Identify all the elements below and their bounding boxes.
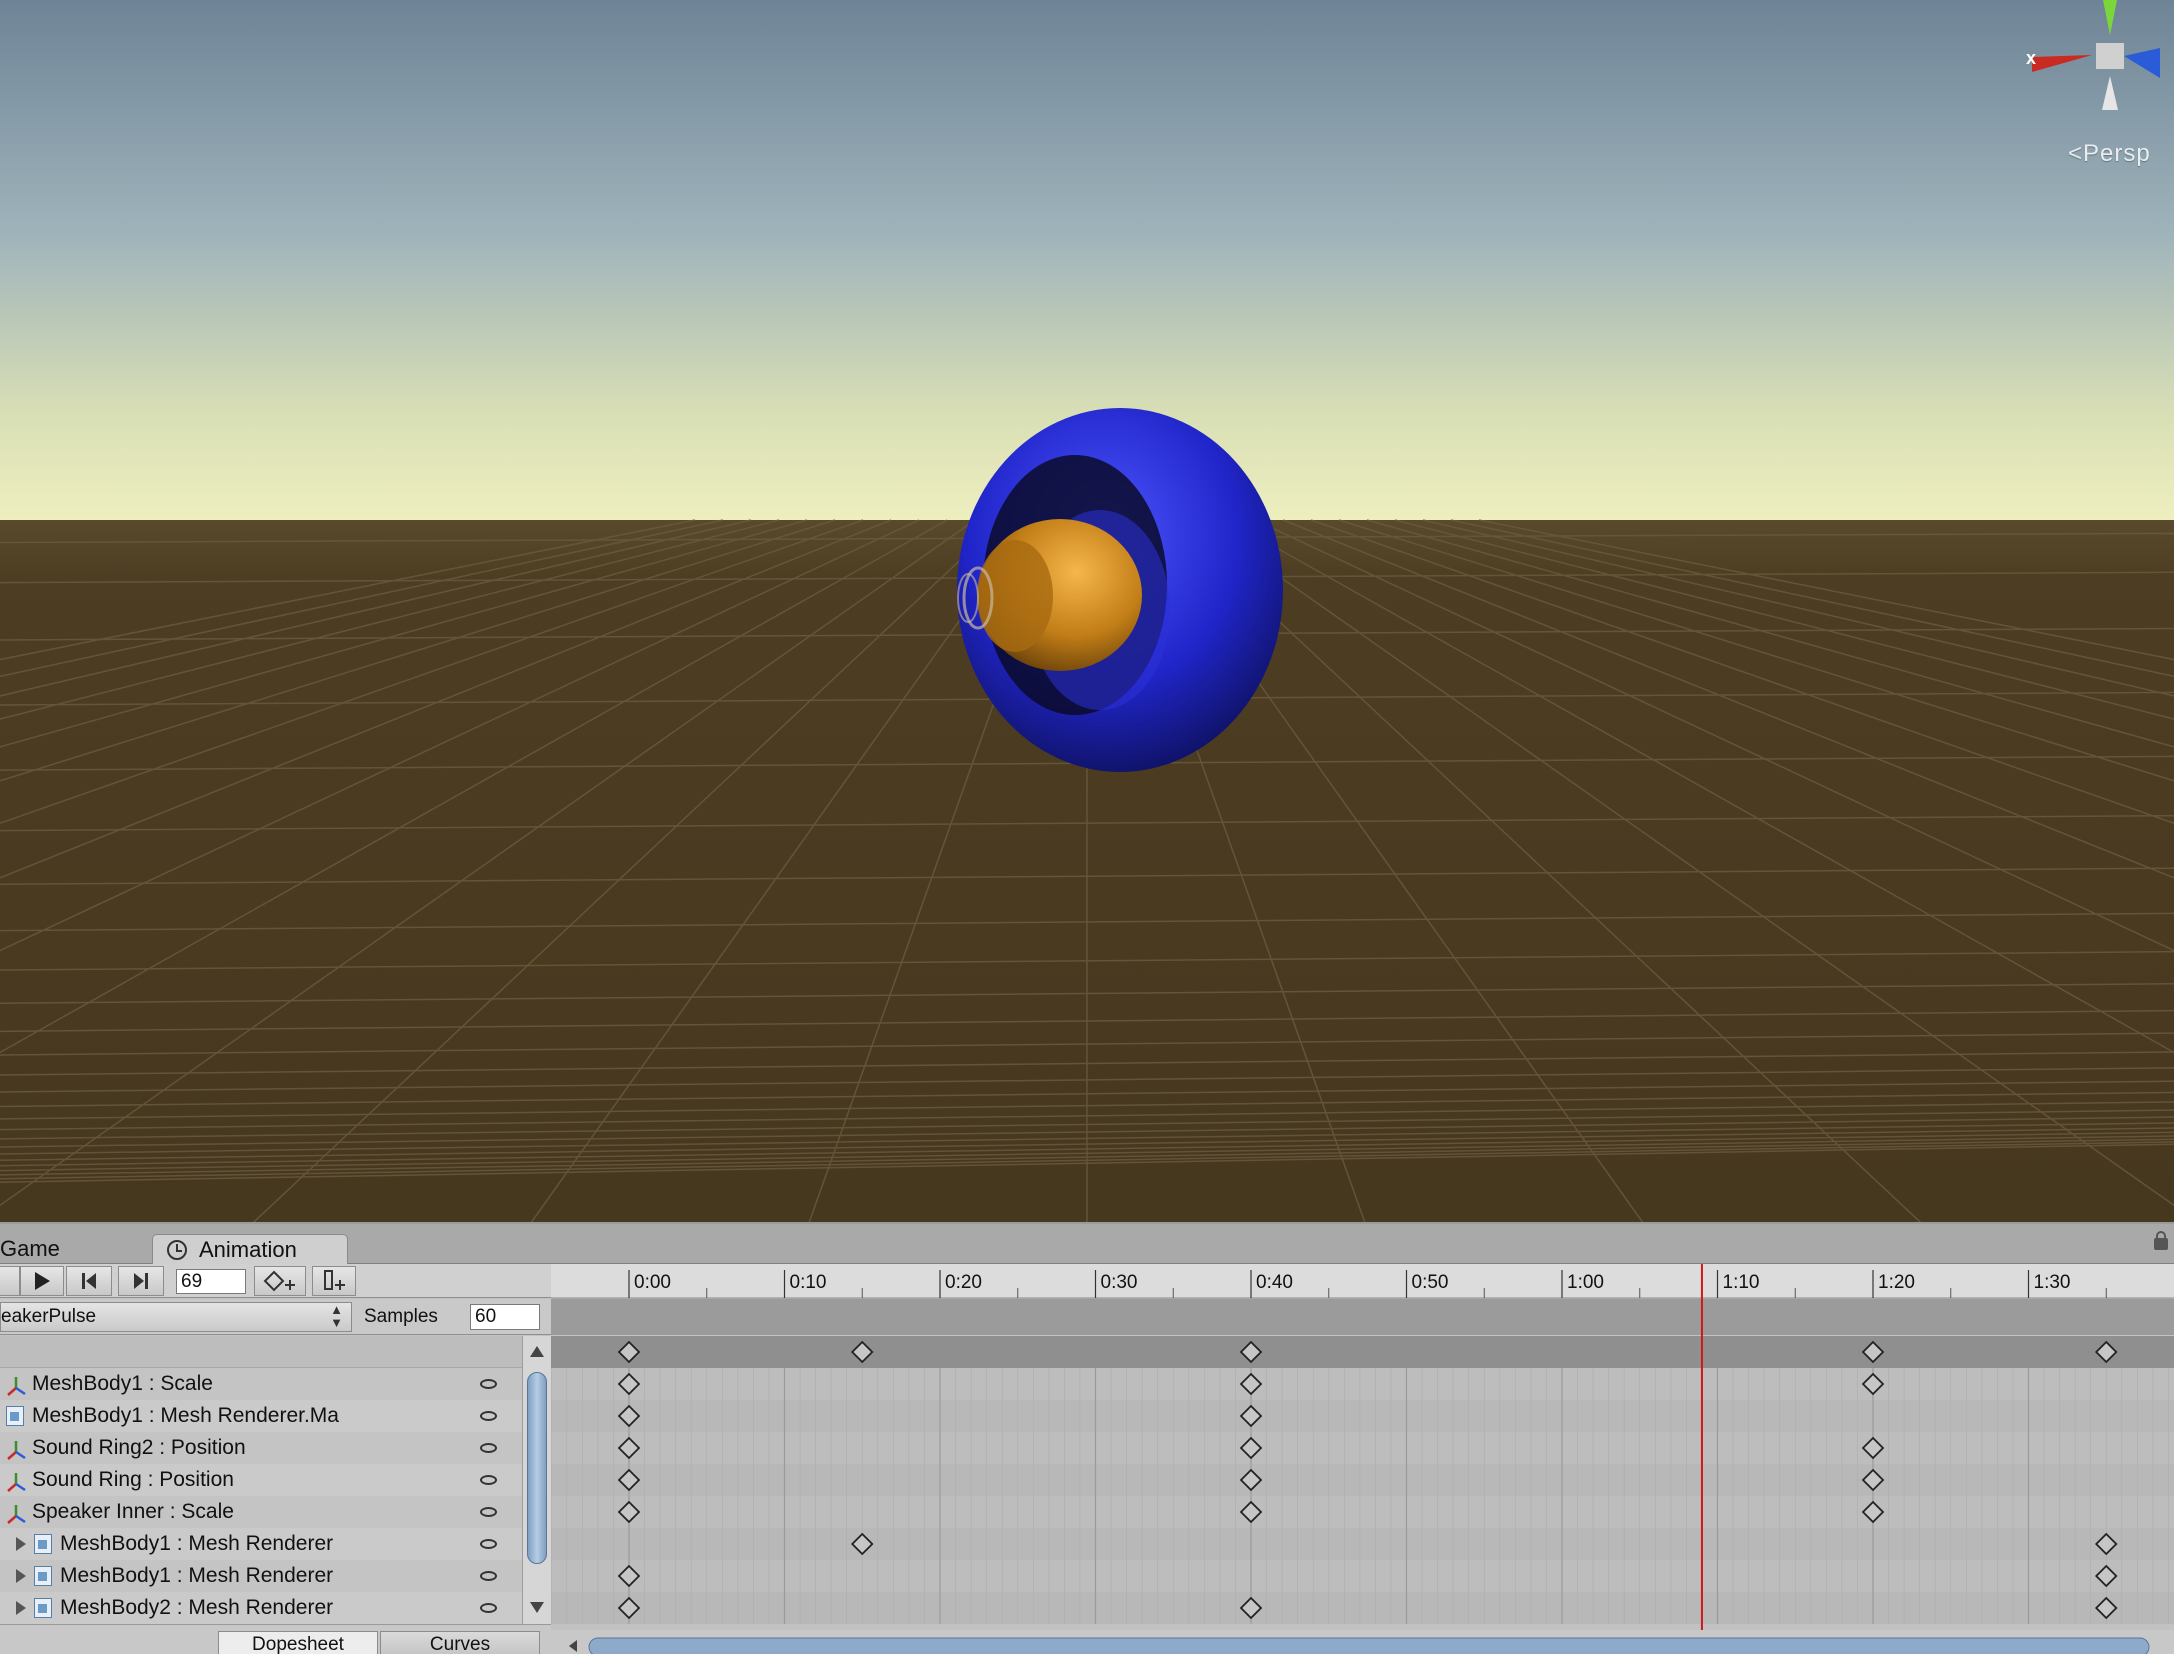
record-button[interactable]	[0, 1266, 20, 1296]
ruler-label: 0:40	[1256, 1272, 1293, 1293]
mesh-renderer-icon	[34, 1598, 52, 1618]
expand-arrow-icon[interactable]	[16, 1601, 26, 1615]
property-label: MeshBody1 : Mesh Renderer.Ma	[32, 1404, 339, 1427]
clip-name: eakerPulse	[1, 1306, 97, 1327]
view-mode-tabs: Dopesheet Curves	[0, 1624, 551, 1654]
curves-tab[interactable]: Curves	[380, 1631, 540, 1654]
track-lane	[551, 1368, 2174, 1400]
ruler-label: 1:00	[1567, 1272, 1604, 1293]
track-lane	[551, 1464, 2174, 1496]
track-lane	[551, 1496, 2174, 1528]
scene-view[interactable]: x <Persp	[0, 0, 2174, 1222]
track-lane	[551, 1592, 2174, 1624]
property-row[interactable]: Speaker Inner : Scale	[0, 1496, 522, 1528]
transform-axes-icon	[6, 1470, 26, 1492]
transform-axes-icon	[6, 1502, 26, 1524]
event-lane	[551, 1299, 2174, 1335]
track-lane	[551, 1528, 2174, 1560]
animation-toolbar: 69	[0, 1264, 551, 1298]
tab-game[interactable]: Game	[0, 1234, 150, 1264]
timeline-svg[interactable]: 0:00 0:10 0:20 0:30 0:40 0:50 1:00 1:10 1:20 1:30	[551, 1264, 2174, 1654]
play-icon	[35, 1272, 50, 1290]
horizontal-scroll-thumb	[588, 1637, 2150, 1654]
curve-visibility-icon[interactable]	[480, 1411, 497, 1421]
property-label: MeshBody1 : Mesh Renderer	[60, 1564, 334, 1587]
ruler-label: 0:30	[1101, 1272, 1138, 1293]
projection-toggle[interactable]: <Persp	[2068, 140, 2151, 168]
tab-bar: Game Animation	[0, 1224, 2174, 1264]
scene-viewport[interactable]	[0, 0, 2174, 1222]
property-row[interactable]: MeshBody2 : Mesh Renderer	[0, 1592, 522, 1624]
lock-icon[interactable]	[2154, 1231, 2168, 1250]
property-label: MeshBody1 : Mesh Renderer	[60, 1532, 334, 1555]
clock-icon	[167, 1240, 187, 1260]
property-row[interactable]: MeshBody1 : Scale	[0, 1368, 522, 1400]
orientation-gizmo[interactable]	[2030, 0, 2160, 120]
curve-visibility-icon[interactable]	[480, 1571, 497, 1581]
expand-arrow-icon[interactable]	[16, 1537, 26, 1551]
property-label: Sound Ring : Position	[32, 1468, 234, 1491]
curve-visibility-icon[interactable]	[480, 1443, 497, 1453]
property-scrollbar[interactable]	[522, 1336, 551, 1624]
curve-visibility-icon[interactable]	[480, 1603, 497, 1613]
tab-animation[interactable]: Animation	[152, 1234, 348, 1264]
previous-keyframe-icon	[82, 1273, 96, 1289]
ruler-label: 1:10	[1723, 1272, 1760, 1293]
property-row[interactable]: MeshBody1 : Mesh Renderer	[0, 1528, 522, 1560]
property-label: MeshBody2 : Mesh Renderer	[60, 1596, 334, 1619]
ruler-label: 0:00	[634, 1272, 671, 1293]
samples-label: Samples	[364, 1306, 438, 1327]
transform-axes-icon	[6, 1438, 26, 1460]
property-row[interactable]: Sound Ring2 : Position	[0, 1432, 522, 1464]
select-arrows-icon: ▲ ▼	[330, 1302, 343, 1330]
expand-arrow-icon[interactable]	[16, 1569, 26, 1583]
summary-lane	[551, 1336, 2174, 1368]
curve-visibility-icon[interactable]	[480, 1539, 497, 1549]
scroll-down-icon[interactable]	[530, 1602, 544, 1613]
tab-animation-label: Animation	[199, 1237, 297, 1262]
clip-selector[interactable]: eakerPulse ▲ ▼	[0, 1302, 352, 1332]
property-row[interactable]: MeshBody1 : Mesh Renderer	[0, 1560, 522, 1592]
property-row[interactable]: Sound Ring : Position	[0, 1464, 522, 1496]
property-list: MeshBody1 : Scale MeshBody1 : Mesh Render…	[0, 1336, 522, 1624]
curve-visibility-icon[interactable]	[480, 1379, 497, 1389]
summary-row	[0, 1336, 522, 1368]
curve-visibility-icon[interactable]	[480, 1475, 497, 1485]
next-keyframe-icon	[134, 1273, 148, 1289]
add-event-icon	[324, 1270, 345, 1290]
frame-field[interactable]: 69	[176, 1269, 246, 1294]
gizmo-x-label: x	[2026, 48, 2037, 68]
mesh-renderer-icon	[34, 1534, 52, 1554]
dopesheet-timeline[interactable]: 0:00 0:10 0:20 0:30 0:40 0:50 1:00 1:10 1:20 1:30	[551, 1264, 2174, 1654]
projection-label: Persp	[2083, 140, 2151, 167]
previous-keyframe-button[interactable]	[66, 1266, 112, 1296]
ruler-label: 1:30	[2034, 1272, 2071, 1293]
play-button[interactable]	[20, 1266, 64, 1296]
next-keyframe-button[interactable]	[118, 1266, 164, 1296]
track-lane	[551, 1400, 2174, 1432]
dopesheet-tab[interactable]: Dopesheet	[218, 1631, 378, 1654]
animation-window: Game Animation 69 eakerPulse ▲ ▼ Samples…	[0, 1222, 2174, 1654]
property-row[interactable]: MeshBody1 : Mesh Renderer.Ma	[0, 1400, 522, 1432]
mesh-renderer-icon	[34, 1566, 52, 1586]
track-lane	[551, 1432, 2174, 1464]
scroll-up-icon[interactable]	[530, 1346, 544, 1357]
transform-axes-icon	[6, 1374, 26, 1396]
scroll-thumb[interactable]	[527, 1372, 547, 1564]
samples-field[interactable]: 60	[470, 1304, 540, 1330]
ruler-label: 0:10	[790, 1272, 827, 1293]
property-label: MeshBody1 : Scale	[32, 1372, 213, 1395]
add-keyframe-button[interactable]	[254, 1266, 306, 1296]
clip-row: eakerPulse ▲ ▼ Samples 60	[0, 1299, 551, 1335]
mesh-renderer-icon	[6, 1406, 24, 1426]
ruler-label: 0:50	[1412, 1272, 1449, 1293]
add-event-button[interactable]	[312, 1266, 356, 1296]
curve-visibility-icon[interactable]	[480, 1507, 497, 1517]
track-lane	[551, 1560, 2174, 1592]
property-label: Speaker Inner : Scale	[32, 1500, 234, 1523]
property-label: Sound Ring2 : Position	[32, 1436, 246, 1459]
ruler-label: 0:20	[945, 1272, 982, 1293]
ruler-label: 1:20	[1878, 1272, 1915, 1293]
add-keyframe-icon	[263, 1270, 295, 1292]
